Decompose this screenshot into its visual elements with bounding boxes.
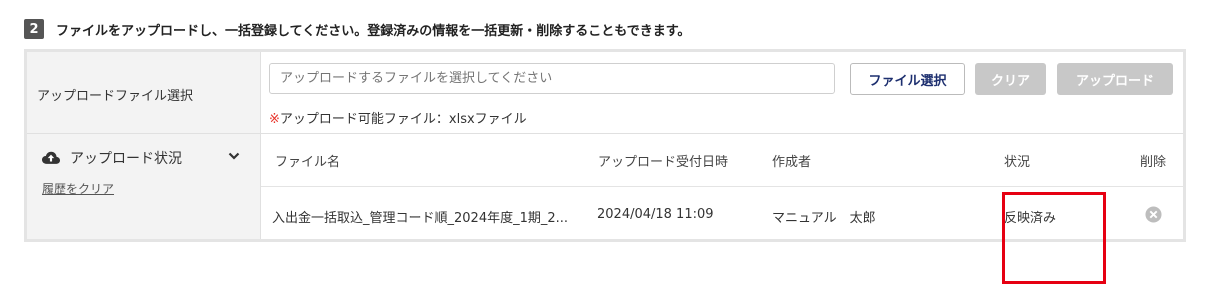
status-highlight-box [1002, 192, 1106, 284]
upload-label-cell: アップロードファイル選択 [27, 52, 260, 134]
clear-history-link[interactable]: 履歴をクリア [42, 180, 114, 197]
upload-panel: アップロードファイル選択 ファイル選択 クリア アップロード ※アップロード可能… [24, 49, 1186, 284]
column-divider [260, 52, 261, 239]
column-header-delete: 削除 [1140, 155, 1167, 170]
upload-note: ※アップロード可能ファイル：xlsxファイル [269, 108, 527, 127]
step-header: 2 ファイルをアップロードし、一括登録してください。登録済みの情報を一括更新・削… [24, 18, 690, 40]
chevron-down-icon [228, 152, 240, 160]
column-header-filename: ファイル名 [275, 155, 341, 170]
column-header-creator: 作成者 [772, 155, 812, 170]
note-text: アップロード可能ファイル：xlsxファイル [279, 112, 527, 127]
table-header-divider [261, 186, 1183, 187]
row-creator: マニュアル 太郎 [772, 211, 876, 226]
step-title: ファイルをアップロードし、一括登録してください。登録済みの情報を一括更新・削除す… [56, 23, 691, 39]
row-uploaded-at: 2024/04/18 11:09 [597, 207, 714, 222]
upload-button[interactable]: アップロード [1057, 63, 1173, 95]
note-mark: ※ [269, 112, 280, 127]
upload-status-title: アップロード状況 [70, 151, 182, 167]
column-header-uploaded-at: アップロード受付日時 [598, 155, 729, 170]
file-select-button[interactable]: ファイル選択 [850, 63, 965, 95]
row-divider [27, 133, 1183, 134]
step-number-badge: 2 [24, 19, 44, 39]
clear-button[interactable]: クリア [975, 63, 1046, 95]
cloud-upload-icon [42, 151, 60, 164]
close-circle-icon[interactable] [1145, 206, 1162, 223]
row-filename: 入出金一括取込_管理コード順_2024年度_1期_2... [272, 211, 569, 226]
upload-file-select-label: アップロードファイル選択 [37, 89, 194, 104]
file-path-input[interactable] [269, 63, 835, 94]
upload-status-toggle[interactable]: アップロード状況 [42, 148, 240, 168]
column-header-status: 状況 [1004, 155, 1031, 170]
